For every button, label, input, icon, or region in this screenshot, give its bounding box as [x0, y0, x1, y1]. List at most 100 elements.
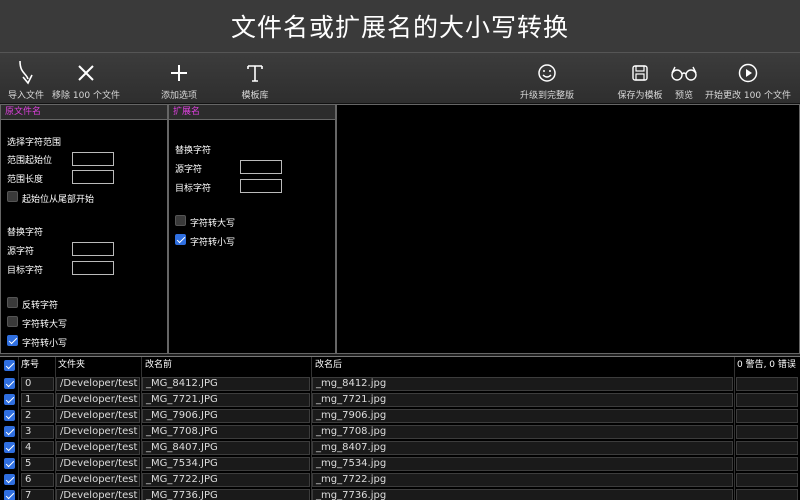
table-row[interactable]: 3/Developer/test _MG_7708.JPG _mg_7708.jpg	[0, 424, 800, 440]
add-option-button[interactable]: 添加选项	[143, 59, 215, 101]
cell-index: 2	[21, 409, 54, 423]
close-icon	[76, 59, 96, 87]
cell-after: _mg_7736.jpg	[312, 489, 733, 500]
cell-after: _mg_7708.jpg	[312, 425, 733, 439]
play-icon	[738, 59, 758, 87]
start-rename-label: 开始更改 100 个文件	[705, 91, 791, 101]
title-banner: 文件名或扩展名的大小写转换	[0, 0, 800, 52]
reverse-checkbox[interactable]	[7, 297, 18, 308]
source-char-input[interactable]	[72, 242, 114, 256]
target-char-label: 目标字符	[7, 266, 44, 276]
cell-folder: /Developer/test	[56, 377, 140, 391]
glasses-icon	[670, 59, 698, 87]
row-checkbox[interactable]	[4, 474, 15, 485]
cell-folder: /Developer/test	[56, 473, 140, 487]
row-checkbox[interactable]	[4, 490, 15, 500]
range-start-input[interactable]	[72, 152, 114, 166]
text-t-icon	[245, 59, 265, 87]
column-header-before[interactable]: 改名前	[145, 358, 172, 373]
cell-before: _MG_7736.JPG	[142, 489, 310, 500]
table-row[interactable]: 6/Developer/test _MG_7722.JPG _mg_7722.jpg	[0, 472, 800, 488]
ext-lower-label: 字符转小写	[190, 238, 236, 248]
lower-checkbox[interactable]	[7, 335, 18, 346]
cell-before: _MG_8407.JPG	[142, 441, 310, 455]
cell-index: 6	[21, 473, 54, 487]
remove-files-button[interactable]: 移除 100 个文件	[50, 59, 122, 101]
ext-source-char-input[interactable]	[240, 160, 282, 174]
ext-target-char-input[interactable]	[240, 179, 282, 193]
table-row[interactable]: 2/Developer/test _MG_7906.JPG _mg_7906.jpg	[0, 408, 800, 424]
upper-checkbox[interactable]	[7, 316, 18, 327]
column-header-after[interactable]: 改名后	[315, 358, 342, 373]
cell-status	[736, 409, 798, 423]
row-checkbox[interactable]	[4, 426, 15, 437]
cell-before: _MG_8412.JPG	[142, 377, 310, 391]
template-library-label: 模板库	[241, 91, 269, 101]
cell-after: _mg_8412.jpg	[312, 377, 733, 391]
table-row[interactable]: 5/Developer/test _MG_7534.JPG _mg_7534.jpg	[0, 456, 800, 472]
plus-icon	[169, 59, 189, 87]
smiley-icon	[537, 59, 557, 87]
ext-replace-title: 替换字符	[175, 146, 212, 156]
ext-upper-checkbox[interactable]	[175, 215, 186, 226]
cell-folder: /Developer/test	[56, 409, 140, 423]
column-header-folder[interactable]: 文件夹	[58, 358, 85, 373]
upgrade-label: 升级到完整版	[519, 91, 574, 101]
table-row[interactable]: 7/Developer/test _MG_7736.JPG _mg_7736.jpg	[0, 488, 800, 500]
cell-after: _mg_7906.jpg	[312, 409, 733, 423]
cell-index: 7	[21, 489, 54, 500]
ext-target-char-label: 目标字符	[175, 184, 212, 194]
range-title: 选择字符范围	[7, 138, 62, 148]
cell-index: 5	[21, 457, 54, 471]
cell-after: _mg_7721.jpg	[312, 393, 733, 407]
table-row[interactable]: 4/Developer/test _MG_8407.JPG _mg_8407.jpg	[0, 440, 800, 456]
upper-label: 字符转大写	[22, 320, 68, 330]
cell-folder: /Developer/test	[56, 441, 140, 455]
import-files-label: 导入文件	[7, 91, 44, 101]
import-arrow-icon	[14, 59, 38, 87]
cell-folder: /Developer/test	[56, 425, 140, 439]
cell-index: 0	[21, 377, 54, 391]
start-rename-button[interactable]: 开始更改 100 个文件	[705, 59, 791, 101]
range-length-label: 范围长度	[7, 175, 44, 185]
ext-upper-label: 字符转大写	[190, 219, 236, 229]
cell-after: _mg_7722.jpg	[312, 473, 733, 487]
range-start-label: 范围起始位	[7, 156, 53, 166]
extension-options-panel: 扩展名 替换字符 源字符 目标字符 字符转大写 字符转小写	[168, 104, 336, 354]
preview-label: 预览	[674, 91, 693, 101]
cell-status	[736, 489, 798, 500]
cell-before: _MG_7906.JPG	[142, 409, 310, 423]
options-canvas	[336, 104, 800, 354]
cell-index: 1	[21, 393, 54, 407]
source-char-label: 源字符	[7, 247, 35, 257]
row-checkbox[interactable]	[4, 394, 15, 405]
table-row[interactable]: 0/Developer/test _MG_8412.JPG _mg_8412.jpg	[0, 376, 800, 392]
row-checkbox[interactable]	[4, 458, 15, 469]
reverse-label: 反转字符	[22, 301, 59, 311]
filename-options-panel: 原文件名 选择字符范围 范围起始位 范围长度 起始位从尾部开始 替换字符 源字符…	[0, 104, 168, 354]
target-char-input[interactable]	[72, 261, 114, 275]
upgrade-button[interactable]: 升级到完整版	[511, 59, 583, 101]
column-header-index[interactable]: 序号	[21, 358, 39, 373]
cell-status	[736, 441, 798, 455]
cell-status	[736, 457, 798, 471]
select-all-checkbox[interactable]	[4, 360, 15, 371]
template-library-button[interactable]: 模板库	[219, 59, 291, 101]
app-title: 文件名或扩展名的大小写转换	[230, 13, 569, 42]
row-checkbox[interactable]	[4, 410, 15, 421]
table-row[interactable]: 1/Developer/test _MG_7721.JPG _mg_7721.jpg	[0, 392, 800, 408]
remove-files-label: 移除 100 个文件	[52, 91, 120, 101]
column-header-status: 0 警告, 0 错误	[737, 360, 796, 370]
row-checkbox[interactable]	[4, 378, 15, 389]
filename-panel-header: 原文件名	[1, 105, 167, 120]
toolbar: 导入文件 移除 100 个文件 添加选项 模板库 升级到完整版 保存为模板 预览…	[0, 52, 800, 104]
replace-title: 替换字符	[7, 228, 44, 238]
range-length-input[interactable]	[72, 170, 114, 184]
ext-source-char-label: 源字符	[175, 165, 203, 175]
from-end-checkbox[interactable]	[7, 191, 18, 202]
cell-after: _mg_7534.jpg	[312, 457, 733, 471]
cell-status	[736, 377, 798, 391]
ext-lower-checkbox[interactable]	[175, 234, 186, 245]
cell-status	[736, 393, 798, 407]
row-checkbox[interactable]	[4, 442, 15, 453]
